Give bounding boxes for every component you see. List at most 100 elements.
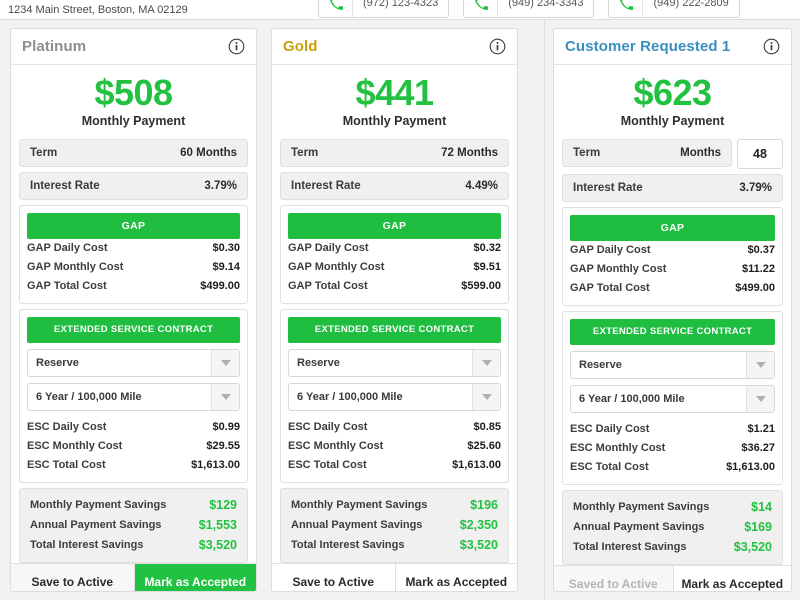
interest-rate-row: Interest Rate 3.79% [562, 173, 783, 202]
esc-daily-label: ESC Daily Cost [288, 421, 368, 434]
annual-savings-value: $1,553 [198, 517, 237, 532]
term-value: 60 Months [180, 146, 237, 159]
esc-provider-value: Reserve [579, 358, 622, 371]
esc-header-button[interactable]: EXTENDED SERVICE CONTRACT [27, 316, 240, 343]
card-header: Gold [272, 29, 517, 65]
gap-header-button[interactable]: GAP [27, 212, 240, 239]
monthly-payment-amount: $441 [355, 72, 434, 113]
gap-header-button[interactable]: GAP [288, 212, 501, 239]
monthly-savings-label: Monthly Payment Savings [30, 498, 167, 511]
esc-monthly-value: $29.55 [206, 440, 240, 453]
esc-provider-select[interactable]: Reserve [570, 350, 775, 379]
esc-daily-row: ESC Daily Cost $1.21 [570, 420, 775, 439]
info-icon[interactable] [228, 38, 245, 55]
esc-monthly-row: ESC Monthly Cost $36.27 [570, 439, 775, 458]
savings-panel: Monthly Payment Savings $129 Annual Paym… [19, 487, 248, 563]
esc-monthly-value: $25.60 [467, 440, 501, 453]
esc-header-button[interactable]: EXTENDED SERVICE CONTRACT [288, 316, 501, 343]
monthly-savings-row: Monthly Payment Savings $14 [573, 497, 772, 517]
esc-monthly-label: ESC Monthly Cost [27, 440, 123, 453]
monthly-savings-label: Monthly Payment Savings [573, 500, 710, 513]
esc-provider-value: Reserve [297, 356, 340, 369]
gap-monthly-label: GAP Monthly Cost [288, 261, 385, 274]
quote-deck: Platinum $508 Monthly Payment Term 60 Mo… [0, 20, 800, 600]
save-to-active-button[interactable]: Save to Active [272, 563, 395, 591]
phone-number: (949) 234-3343 [508, 0, 584, 9]
esc-provider-select[interactable]: Reserve [288, 348, 501, 377]
gap-total-row: GAP Total Cost $599.00 [288, 277, 501, 296]
total-interest-savings-value: $3,520 [733, 539, 772, 554]
esc-header-button[interactable]: EXTENDED SERVICE CONTRACT [570, 318, 775, 345]
info-icon[interactable] [489, 38, 506, 55]
esc-daily-value: $1.21 [747, 423, 775, 436]
info-icon[interactable] [763, 38, 780, 55]
esc-coverage-select[interactable]: 6 Year / 100,000 Mile [570, 384, 775, 413]
customer-requested-pane: Customer Requested 1 $623 Monthly Paymen… [545, 20, 800, 600]
gap-daily-value: $0.30 [212, 242, 240, 255]
quote-card-platinum: Platinum $508 Monthly Payment Term 60 Mo… [10, 28, 257, 592]
gap-monthly-value: $9.51 [473, 261, 501, 274]
esc-panel: EXTENDED SERVICE CONTRACT Reserve 6 Year… [562, 310, 783, 485]
gap-monthly-label: GAP Monthly Cost [27, 261, 124, 274]
total-interest-savings-row: Total Interest Savings $3,520 [291, 535, 498, 555]
gap-daily-label: GAP Daily Cost [570, 244, 651, 257]
annual-savings-row: Annual Payment Savings $2,350 [291, 515, 498, 535]
annual-savings-value: $169 [744, 519, 772, 534]
save-to-active-button[interactable]: Save to Active [11, 563, 134, 591]
mark-as-accepted-button[interactable]: Mark as Accepted [394, 563, 517, 591]
card-title: Gold [283, 38, 318, 55]
savings-panel: Monthly Payment Savings $14 Annual Payme… [562, 489, 783, 565]
esc-coverage-select[interactable]: 6 Year / 100,000 Mile [27, 382, 240, 411]
esc-provider-select[interactable]: Reserve [27, 348, 240, 377]
gap-total-row: GAP Total Cost $499.00 [570, 279, 775, 298]
gap-total-value: $499.00 [735, 282, 775, 295]
interest-rate-row: Interest Rate 4.49% [280, 171, 509, 200]
esc-monthly-row: ESC Monthly Cost $29.55 [27, 437, 240, 456]
dealer-address: 1234 Main Street, Boston, MA 02129 [8, 3, 188, 16]
phone-chip[interactable]: (972) 123-4323 [318, 0, 450, 18]
term-input[interactable]: 48 [737, 138, 783, 169]
phone-chip[interactable]: (949) 222-2809 [608, 0, 740, 18]
esc-total-label: ESC Total Cost [27, 459, 106, 472]
total-interest-savings-label: Total Interest Savings [573, 540, 687, 553]
mark-as-accepted-button[interactable]: Mark as Accepted [133, 563, 256, 591]
gap-monthly-row: GAP Monthly Cost $9.14 [27, 258, 240, 277]
primary-quotes-pane: Platinum $508 Monthly Payment Term 60 Mo… [0, 20, 545, 600]
total-interest-savings-value: $3,520 [459, 537, 498, 552]
esc-daily-row: ESC Daily Cost $0.99 [27, 418, 240, 437]
gap-daily-label: GAP Daily Cost [27, 242, 108, 255]
esc-coverage-value: 6 Year / 100,000 Mile [579, 392, 685, 405]
interest-rate-value: 3.79% [739, 181, 772, 194]
esc-coverage-select[interactable]: 6 Year / 100,000 Mile [288, 382, 501, 411]
card-body: Term 60 Months Interest Rate 3.79% GAP G… [11, 138, 256, 563]
esc-total-row: ESC Total Cost $1,613.00 [288, 456, 501, 475]
card-body: Term 72 Months Interest Rate 4.49% GAP G… [272, 138, 517, 563]
quote-card-customer-requested-1: Customer Requested 1 $623 Monthly Paymen… [553, 28, 792, 592]
gap-daily-value: $0.32 [473, 242, 501, 255]
phone-chip[interactable]: (949) 234-3343 [463, 0, 595, 18]
gap-panel: GAP GAP Daily Cost $0.37 GAP Monthly Cos… [562, 206, 783, 306]
esc-monthly-value: $36.27 [741, 442, 775, 455]
esc-monthly-label: ESC Monthly Cost [570, 442, 666, 455]
chevron-down-icon [211, 383, 239, 410]
gap-monthly-value: $11.22 [741, 263, 775, 276]
chevron-down-icon [746, 385, 774, 412]
term-value: 72 Months [441, 146, 498, 159]
esc-total-value: $1,613.00 [191, 459, 240, 472]
esc-total-label: ESC Total Cost [570, 461, 649, 474]
gap-monthly-row: GAP Monthly Cost $11.22 [570, 260, 775, 279]
esc-provider-value: Reserve [36, 356, 79, 369]
monthly-payment-label: Monthly Payment [342, 113, 447, 128]
term-label: Term [291, 146, 319, 159]
quote-card-gold: Gold $441 Monthly Payment Term 72 Months… [271, 28, 518, 592]
esc-coverage-value: 6 Year / 100,000 Mile [297, 390, 403, 403]
monthly-payment-block: $508 Monthly Payment [11, 65, 256, 139]
card-header: Platinum [11, 29, 256, 65]
mark-as-accepted-button[interactable]: Mark as Accepted [672, 565, 791, 591]
monthly-payment-label: Monthly Payment [81, 113, 186, 128]
monthly-savings-row: Monthly Payment Savings $196 [291, 495, 498, 515]
gap-header-button[interactable]: GAP [570, 214, 775, 241]
term-label: Term [30, 146, 58, 159]
annual-savings-row: Annual Payment Savings $1,553 [30, 515, 237, 535]
total-interest-savings-label: Total Interest Savings [30, 538, 144, 551]
